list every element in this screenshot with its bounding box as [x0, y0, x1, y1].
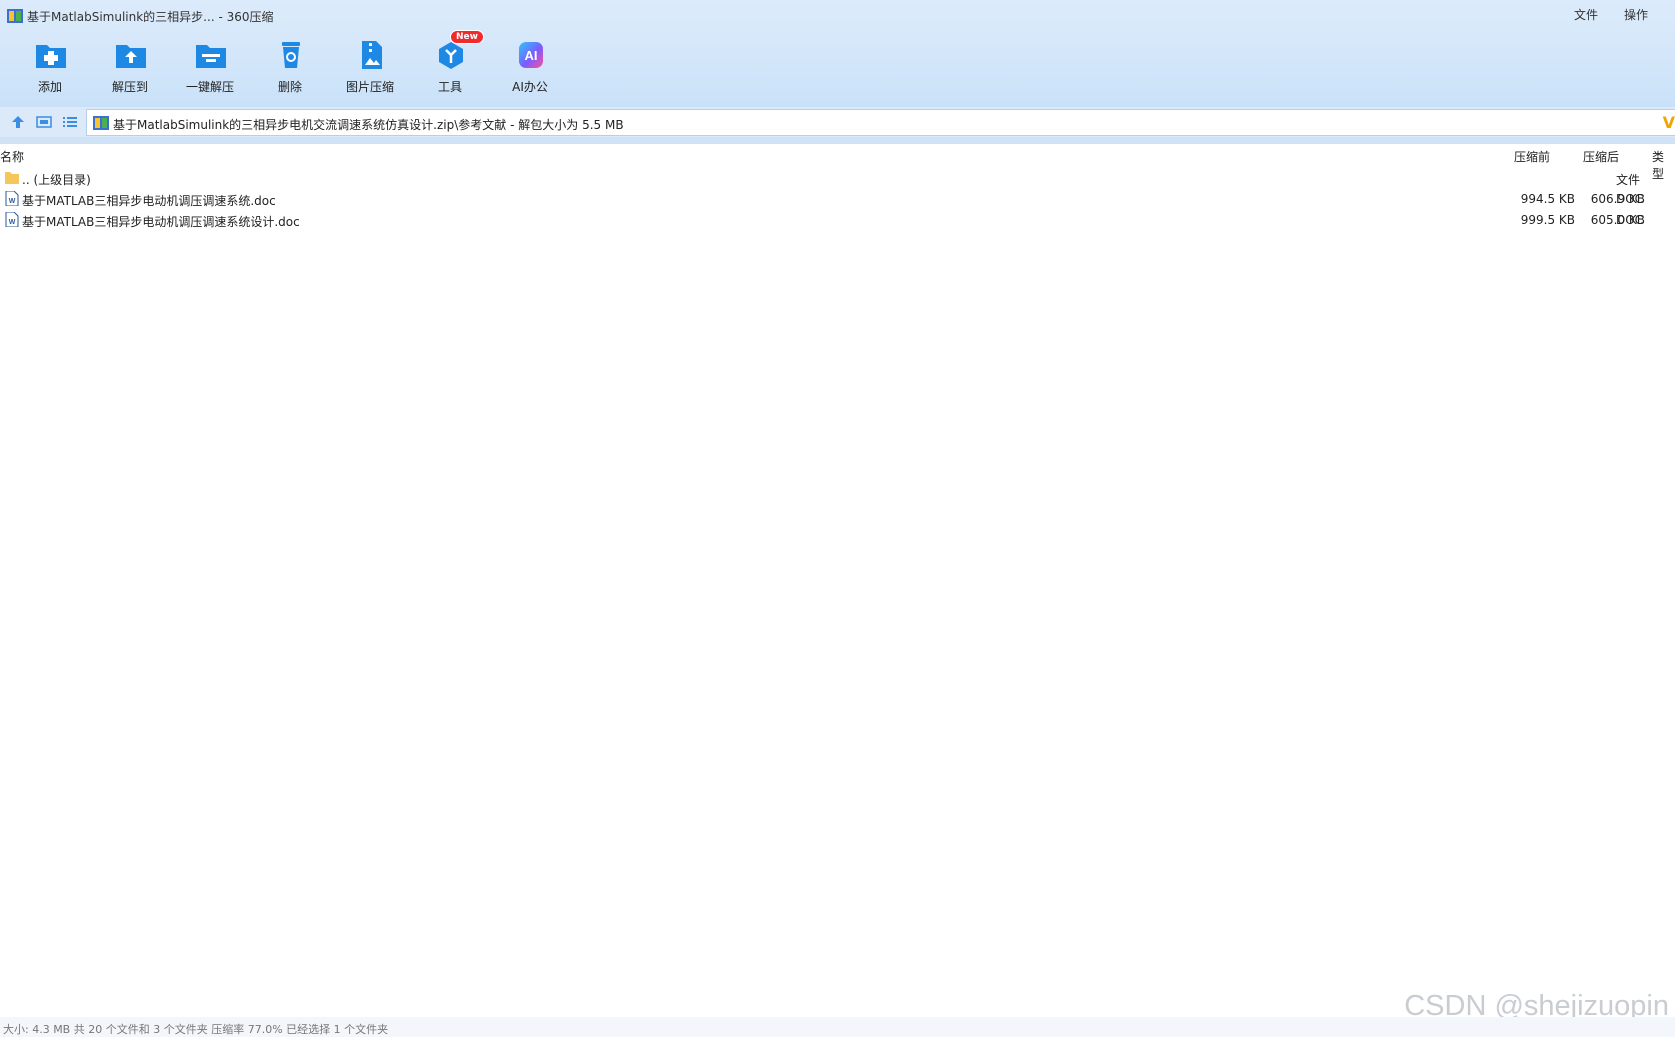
status-bar: 大小: 4.3 MB 共 20 个文件和 3 个文件夹 压缩率 77.0% 已经… [0, 1017, 1675, 1037]
col-after-header[interactable]: 压缩后 [1583, 148, 1619, 165]
divider [0, 137, 1675, 144]
title-bar: 基于MatlabSimulink的三相异步... - 360压缩 文件 操作 [0, 0, 1675, 30]
extract-to-label: 解压到 [111, 80, 148, 94]
tools-label: 工具 [437, 80, 462, 94]
menu-file[interactable]: 文件 [1574, 6, 1598, 23]
tools-button[interactable]: 工具 [411, 38, 489, 96]
vip-mark-icon[interactable]: V [1663, 113, 1675, 132]
delete-label: 删除 [277, 80, 302, 94]
up-arrow-icon[interactable] [10, 114, 26, 130]
svg-text:W: W [9, 219, 16, 226]
address-bar-row: 基于MatlabSimulink的三相异步电机交流调速系统仿真设计.zip\参考… [0, 107, 1675, 137]
svg-text:AI: AI [525, 48, 538, 63]
file-type: DOC [1616, 213, 1644, 227]
svg-text:W: W [9, 198, 16, 205]
image-compress-label: 图片压缩 [345, 80, 394, 94]
address-path: 基于MatlabSimulink的三相异步电机交流调速系统仿真设计.zip\参考… [113, 118, 624, 132]
file-size-before: 994.5 KB [1520, 192, 1575, 206]
file-type: 文件 [1616, 173, 1641, 187]
ai-office-button[interactable]: AI AI办公 [491, 38, 569, 96]
file-name: 基于MATLAB三相异步电动机调压调速系统设计.doc [22, 215, 300, 229]
add-folder-icon [36, 45, 66, 68]
file-type: DOC [1616, 192, 1644, 206]
new-badge: New [450, 30, 484, 44]
one-click-extract-icon [196, 45, 226, 68]
status-text: 大小: 4.3 MB 共 20 个文件和 3 个文件夹 压缩率 77.0% 已经… [3, 1023, 389, 1036]
col-name-header[interactable]: 名称 [0, 148, 24, 165]
list-item-parent-dir[interactable]: .. (上级目录) 文件 [0, 167, 1675, 188]
column-header: 名称 压缩前 压缩后 类型 [0, 145, 1675, 181]
archive-icon [93, 116, 109, 130]
app-logo-icon [7, 9, 23, 23]
file-name: 基于MATLAB三相异步电动机调压调速系统.doc [22, 194, 276, 208]
menu-operation[interactable]: 操作 [1624, 6, 1648, 23]
delete-bin-icon [282, 42, 300, 68]
add-label: 添加 [37, 80, 62, 94]
one-click-extract-button[interactable]: 一键解压 [171, 38, 249, 96]
address-input[interactable]: 基于MatlabSimulink的三相异步电机交流调速系统仿真设计.zip\参考… [86, 109, 1675, 136]
file-size-before: 999.5 KB [1520, 213, 1575, 227]
tools-cube-icon [439, 42, 463, 69]
col-before-header[interactable]: 压缩前 [1514, 148, 1550, 165]
extract-to-icon [116, 45, 146, 68]
add-button[interactable]: 添加 [11, 38, 89, 96]
image-compress-icon [362, 41, 382, 69]
image-compress-button[interactable]: 图片压缩 [331, 38, 409, 96]
word-doc-icon: W [5, 191, 19, 206]
one-click-extract-label: 一键解压 [185, 80, 234, 94]
window-title: 基于MatlabSimulink的三相异步... - 360压缩 [27, 10, 274, 24]
extract-to-button[interactable]: 解压到 [91, 38, 169, 96]
list-view-icon[interactable] [62, 114, 78, 130]
top-toolbar-area: 基于MatlabSimulink的三相异步... - 360压缩 文件 操作 添… [0, 0, 1675, 107]
folder-icon [5, 172, 19, 184]
ai-office-icon: AI [519, 42, 543, 68]
file-name: .. (上级目录) [22, 173, 91, 187]
list-item-file[interactable]: W 基于MATLAB三相异步电动机调压调速系统设计.doc 999.5 KB 6… [0, 209, 1675, 230]
list-item-file[interactable]: W 基于MATLAB三相异步电动机调压调速系统.doc 994.5 KB 606… [0, 188, 1675, 209]
thumbnail-view-icon[interactable] [36, 114, 52, 130]
ai-office-label: AI办公 [512, 80, 548, 94]
word-doc-icon: W [5, 212, 19, 227]
delete-button[interactable]: 删除 [251, 38, 329, 96]
